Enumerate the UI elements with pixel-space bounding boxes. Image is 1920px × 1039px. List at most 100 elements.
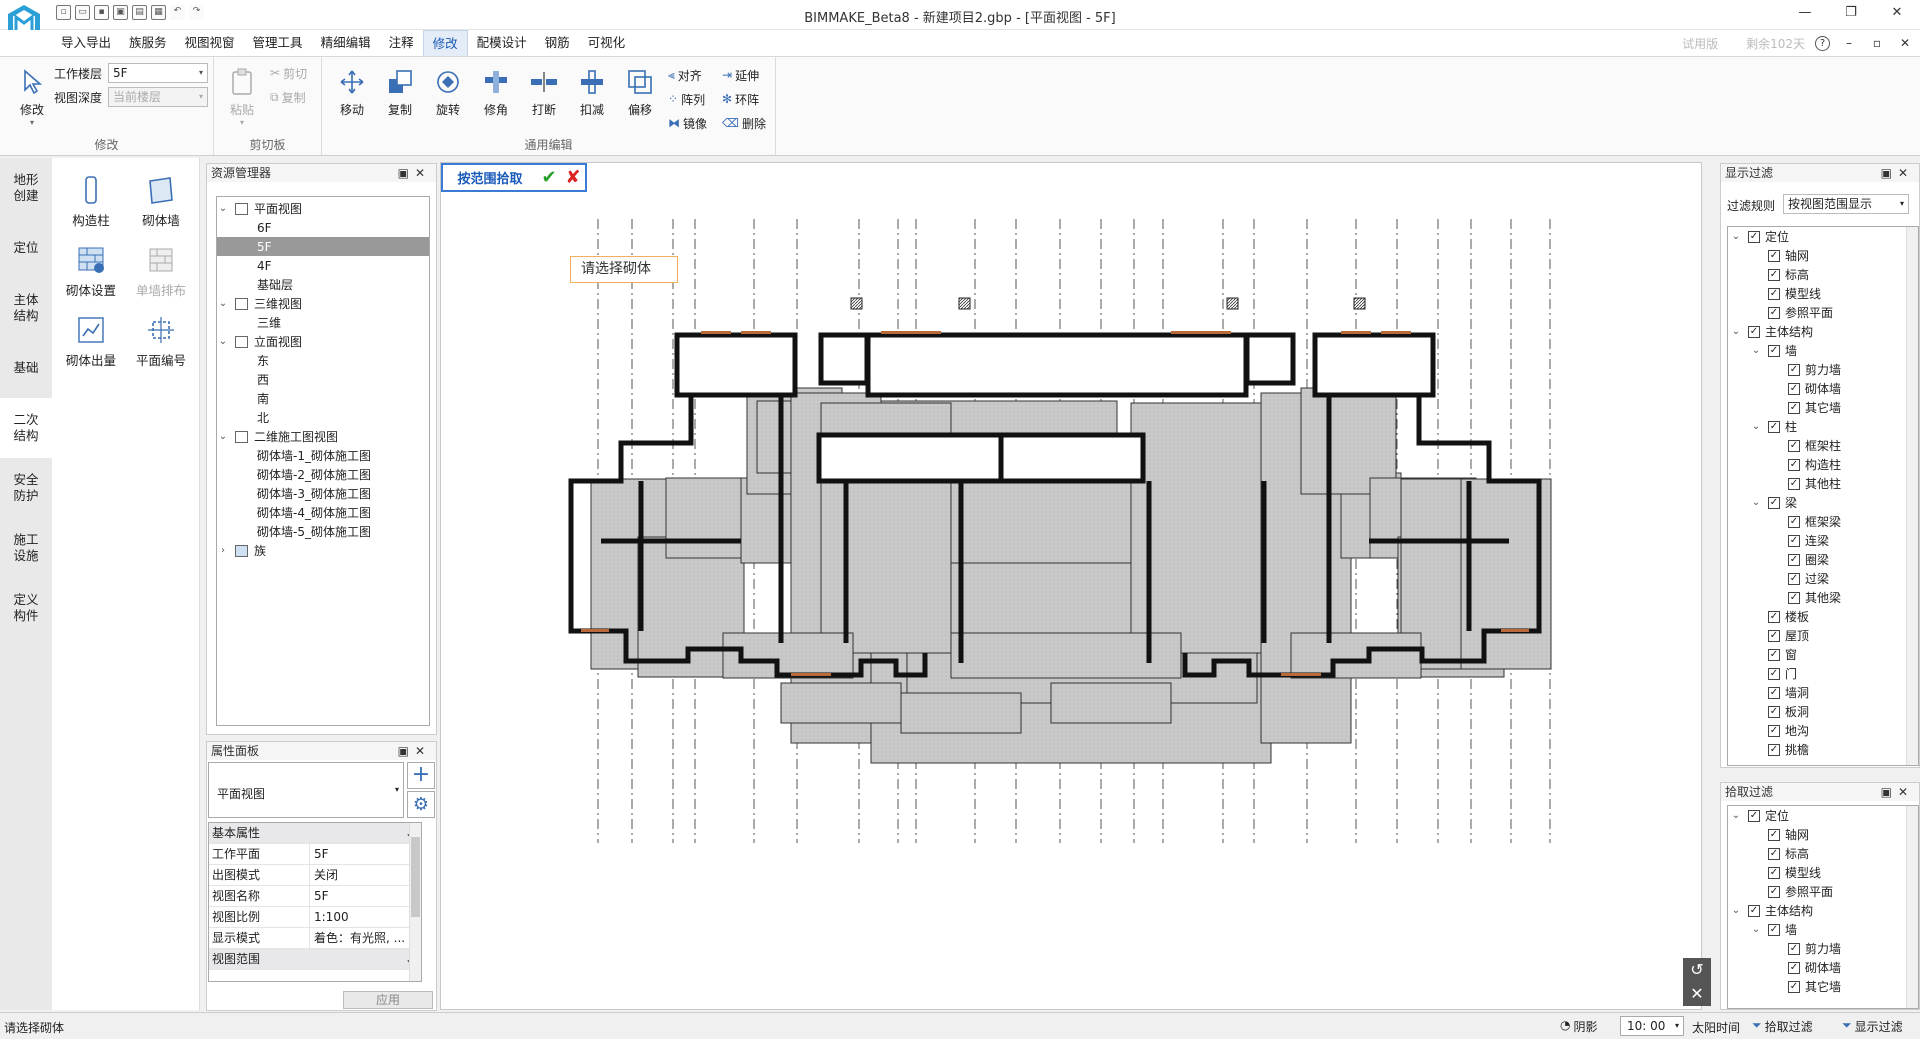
panel-close-icon[interactable]: ✕ xyxy=(1898,166,1914,180)
filter-item[interactable]: ✓ 标高 xyxy=(1728,265,1918,284)
category-construction-facility[interactable]: 施工设施 xyxy=(0,518,52,578)
filter-item[interactable]: ✓ 地沟 xyxy=(1728,721,1918,740)
filter-item[interactable]: ✓ 剪力墙 xyxy=(1728,939,1918,958)
checkbox-checked-icon[interactable]: ✓ xyxy=(1768,847,1780,860)
pin-icon[interactable]: ▣ xyxy=(1881,166,1898,180)
filter-item[interactable]: ✓ 连梁 xyxy=(1728,531,1918,550)
checkbox-checked-icon[interactable]: ✓ xyxy=(1788,439,1800,452)
checkbox-checked-icon[interactable]: ✓ xyxy=(1768,610,1780,623)
add-type-button[interactable]: + xyxy=(407,762,435,789)
copy-button[interactable]: ⧉ 复制 xyxy=(270,87,306,107)
drawing-canvas[interactable] xyxy=(440,162,1702,1010)
filter-item[interactable]: ✓ 门 xyxy=(1728,664,1918,683)
category-positioning[interactable]: 定位 xyxy=(0,218,52,278)
filter-item[interactable]: ✓ 板洞 xyxy=(1728,702,1918,721)
panel-close-icon[interactable]: ✕ xyxy=(415,744,431,758)
collapse-icon[interactable]: ⌄ xyxy=(1730,231,1742,242)
filter-item[interactable]: ⌄ ✓ 主体结构 xyxy=(1728,901,1918,920)
filter-item[interactable]: ✓ 窗 xyxy=(1728,645,1918,664)
menu-annotate[interactable]: 注释 xyxy=(380,30,423,56)
filter-scrollbar[interactable] xyxy=(1906,227,1918,765)
tree-node-drawing[interactable]: 砌体墙-5_砌体施工图 xyxy=(217,522,429,541)
checkbox-checked-icon[interactable]: ✓ xyxy=(1768,705,1780,718)
category-custom-component[interactable]: 定义构件 xyxy=(0,578,52,638)
panel-close-icon[interactable]: ✕ xyxy=(415,166,431,180)
type-settings-button[interactable]: ⚙ xyxy=(407,791,435,818)
tree-node-elevation[interactable]: 东 xyxy=(217,351,429,370)
pin-icon[interactable]: ▣ xyxy=(1881,785,1898,799)
checkbox-checked-icon[interactable]: ✓ xyxy=(1788,363,1800,376)
property-type-select[interactable]: 平面视图 ▾ xyxy=(208,762,404,818)
plan-numbering-tool[interactable]: 平面编号 xyxy=(126,298,196,368)
checkbox-checked-icon[interactable]: ✓ xyxy=(1768,629,1780,642)
filter-item[interactable]: ✓ 过梁 xyxy=(1728,569,1918,588)
checkbox-checked-icon[interactable]: ✓ xyxy=(1788,942,1800,955)
masonry-settings-tool[interactable]: 砌体设置 xyxy=(56,228,126,298)
constructional-column-tool[interactable]: 构造柱 xyxy=(56,158,126,228)
filter-item[interactable]: ✓ 框架梁 xyxy=(1728,512,1918,531)
checkbox-checked-icon[interactable]: ✓ xyxy=(1768,885,1780,898)
tree-node-drawing[interactable]: 砌体墙-2_砌体施工图 xyxy=(217,465,429,484)
checkbox-checked-icon[interactable]: ✓ xyxy=(1768,667,1780,680)
masonry-wall-tool[interactable]: 砌体墙 xyxy=(126,158,196,228)
checkbox-checked-icon[interactable]: ✓ xyxy=(1748,809,1760,822)
checkbox-checked-icon[interactable]: ✓ xyxy=(1768,923,1780,936)
checkbox-checked-icon[interactable]: ✓ xyxy=(1748,325,1760,338)
extend-button[interactable]: ⇥ 延伸 xyxy=(722,65,759,85)
pin-icon[interactable]: ▣ xyxy=(398,744,415,758)
property-section-range[interactable]: 视图范围⌄ xyxy=(209,949,421,970)
ring-array-button[interactable]: ✻ 环阵 xyxy=(722,89,759,109)
deduct-button[interactable]: 扣减 xyxy=(570,63,614,123)
category-safety[interactable]: 安全防护 xyxy=(0,458,52,518)
collapse-icon[interactable]: ⌄ xyxy=(1730,326,1742,337)
filter-item[interactable]: ✓ 标高 xyxy=(1728,844,1918,863)
filter-item[interactable]: ✓ 其他柱 xyxy=(1728,474,1918,493)
category-main-structure[interactable]: 主体结构 xyxy=(0,278,52,338)
align-button[interactable]: ⫷ 对齐 xyxy=(668,65,702,85)
modify-select-button[interactable]: 修改 ▾ xyxy=(10,63,54,127)
menu-fine-edit[interactable]: 精细编辑 xyxy=(312,30,380,56)
checkbox-checked-icon[interactable]: ✓ xyxy=(1788,961,1800,974)
filter-item[interactable]: ✓ 轴网 xyxy=(1728,246,1918,265)
display-filter-toggle[interactable]: ⏷ 显示过滤 xyxy=(1842,1018,1903,1035)
checkbox-checked-icon[interactable]: ✓ xyxy=(1768,287,1780,300)
tree-node-elevations[interactable]: ⌄ 立面视图 xyxy=(217,332,429,351)
checkbox-checked-icon[interactable]: ✓ xyxy=(1788,458,1800,471)
collapse-icon[interactable]: ⌄ xyxy=(1730,810,1742,821)
checkbox-checked-icon[interactable]: ✓ xyxy=(1768,828,1780,841)
move-button[interactable]: 移动 xyxy=(330,63,374,123)
tree-node-floor[interactable]: 4F xyxy=(217,256,429,275)
checkbox-checked-icon[interactable]: ✓ xyxy=(1768,686,1780,699)
filter-item[interactable]: ✓ 模型线 xyxy=(1728,863,1918,882)
filter-item[interactable]: ⌄ ✓ 定位 xyxy=(1728,227,1918,246)
checkbox-checked-icon[interactable]: ✓ xyxy=(1788,382,1800,395)
filter-item[interactable]: ⌄ ✓ 定位 xyxy=(1728,806,1918,825)
checkbox-checked-icon[interactable]: ✓ xyxy=(1788,591,1800,604)
filter-item[interactable]: ✓ 砌体墙 xyxy=(1728,958,1918,977)
tree-node-drawings[interactable]: ⌄ 二维施工图视图 xyxy=(217,427,429,446)
filter-item[interactable]: ✓ 剪力墙 xyxy=(1728,360,1918,379)
doc-minimize-button[interactable]: – xyxy=(1840,36,1858,50)
doc-restore-button[interactable]: ▫ xyxy=(1868,36,1886,50)
pin-icon[interactable]: ▣ xyxy=(398,166,415,180)
tree-node-floor-selected[interactable]: 5F xyxy=(217,237,429,256)
checkbox-checked-icon[interactable]: ✓ xyxy=(1768,249,1780,262)
close-view-icon[interactable]: ✕ xyxy=(1683,982,1711,1006)
filter-item[interactable]: ✓ 模型线 xyxy=(1728,284,1918,303)
menu-import-export[interactable]: 导入导出 xyxy=(52,30,120,56)
panel-close-icon[interactable]: ✕ xyxy=(1898,785,1914,799)
checkbox-checked-icon[interactable]: ✓ xyxy=(1788,401,1800,414)
checkbox-checked-icon[interactable]: ✓ xyxy=(1788,477,1800,490)
collapse-icon[interactable]: ⌄ xyxy=(1750,421,1762,432)
copy-element-button[interactable]: 复制 xyxy=(378,63,422,123)
menu-modify[interactable]: 修改 xyxy=(422,30,468,56)
tree-node-3d-views[interactable]: ⌄ 三维视图 xyxy=(217,294,429,313)
checkbox-checked-icon[interactable]: ✓ xyxy=(1788,553,1800,566)
checkbox-checked-icon[interactable]: ✓ xyxy=(1768,648,1780,661)
menu-family-service[interactable]: 族服务 xyxy=(120,30,176,56)
checkbox-checked-icon[interactable]: ✓ xyxy=(1768,866,1780,879)
checkbox-checked-icon[interactable]: ✓ xyxy=(1788,534,1800,547)
paste-button[interactable]: 粘贴 ▾ xyxy=(220,63,264,127)
cancel-x-icon[interactable]: ✘ xyxy=(561,167,585,188)
tree-node-families[interactable]: › 族 xyxy=(217,541,429,560)
